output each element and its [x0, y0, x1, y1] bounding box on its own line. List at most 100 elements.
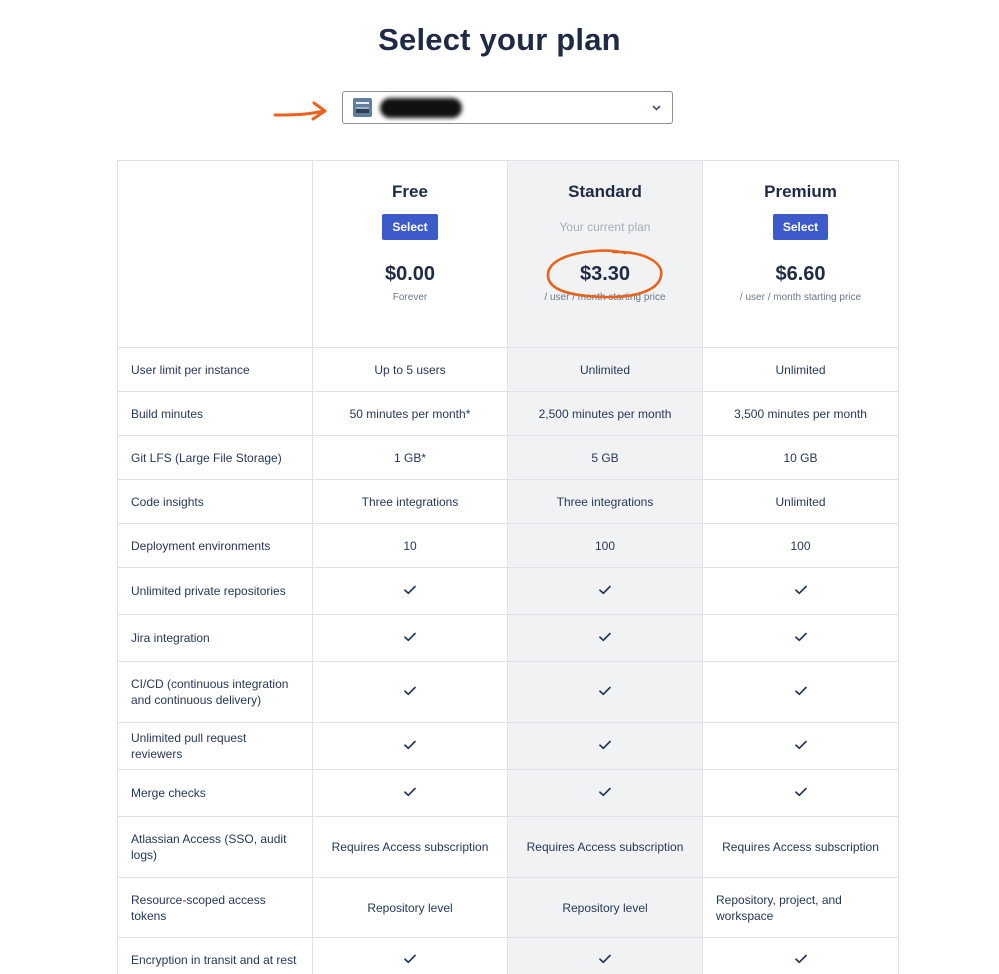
plan-price-note: / user / month starting price [544, 292, 666, 303]
check-icon [404, 584, 416, 598]
feature-included [702, 937, 899, 974]
workspace-name-redacted [380, 97, 462, 118]
plan-free: Free Select $0.00 Forever [312, 160, 508, 348]
feature-row: Jira integration [117, 614, 899, 662]
check-icon [794, 685, 807, 699]
feature-row: Git LFS (Large File Storage) 1 GB* 5 GB 10 … [117, 435, 899, 480]
check-icon [404, 631, 416, 645]
check-icon [404, 786, 416, 800]
annotation-arrow [273, 101, 327, 121]
feature-value: Unlimited [702, 479, 899, 524]
feature-label: Deployment environments [117, 523, 313, 568]
select-free-button[interactable]: Select [382, 214, 438, 240]
feature-value: 10 GB [702, 435, 899, 480]
feature-value: Up to 5 users [312, 347, 508, 392]
plan-price-note: / user / month starting price [739, 292, 862, 303]
feature-row: Code insights Three integrations Three int… [117, 479, 899, 524]
feature-label: Resource-scoped access tokens [117, 877, 313, 938]
chevron-down-icon[interactable] [650, 102, 662, 114]
feature-value: 5 GB [507, 435, 703, 480]
feature-value: Requires Access subscription [312, 816, 508, 878]
feature-row: Unlimited private repositories [117, 567, 899, 615]
feature-row: Resource-scoped access tokens Repository … [117, 877, 899, 938]
select-premium-button[interactable]: Select [772, 214, 829, 240]
feature-row: Build minutes 50 minutes per month* 2,500 … [117, 391, 899, 436]
feature-included [312, 769, 508, 817]
feature-value: Unlimited [507, 347, 703, 392]
feature-label: Code insights [117, 479, 313, 524]
check-icon [404, 953, 416, 967]
feature-row: Merge checks [117, 769, 899, 817]
feature-included [312, 661, 508, 723]
feature-label: Atlassian Access (SSO, audit logs) [117, 816, 313, 878]
feature-value: 3,500 minutes per month [702, 391, 899, 436]
plan-name: Premium [764, 182, 837, 201]
feature-included [702, 769, 899, 817]
plan-name: Free [392, 182, 428, 201]
feature-label: Encryption in transit and at rest [117, 937, 313, 974]
feature-value: 2,500 minutes per month [507, 391, 703, 436]
feature-included [507, 614, 703, 662]
feature-label: Unlimited private repositories [117, 567, 313, 615]
plan-price: $0.00 [384, 263, 436, 285]
feature-row: Atlassian Access (SSO, audit logs) Requir… [117, 816, 899, 878]
feature-included [312, 722, 508, 770]
check-icon [599, 685, 611, 699]
empty-header-cell [117, 160, 313, 348]
feature-included [507, 661, 703, 723]
check-icon [599, 786, 611, 800]
feature-row: Unlimited pull request reviewers [117, 722, 899, 770]
check-icon [794, 739, 807, 753]
feature-value: Three integrations [312, 479, 508, 524]
feature-row: User limit per instance Up to 5 users Unli… [117, 347, 899, 392]
feature-value: Requires Access subscription [702, 816, 899, 878]
check-icon [404, 685, 416, 699]
check-icon [599, 739, 611, 753]
plan-name: Standard [568, 182, 642, 201]
check-icon [794, 584, 807, 598]
feature-rows: User limit per instance Up to 5 users Unli… [117, 347, 899, 974]
feature-value: 1 GB* [312, 435, 508, 480]
check-icon [599, 953, 611, 967]
feature-included [507, 722, 703, 770]
plan-comparison-table: Free Select $0.00 Forever Standard Your … [117, 160, 899, 974]
feature-value: Repository level [507, 877, 703, 938]
feature-value: Repository level [312, 877, 508, 938]
feature-value: Unlimited [702, 347, 899, 392]
check-icon [794, 786, 807, 800]
feature-row: Deployment environments 10 100 100 [117, 523, 899, 568]
plan-header-row: Free Select $0.00 Forever Standard Your … [117, 160, 899, 348]
plan-price-note: Forever [392, 292, 428, 303]
feature-included [702, 661, 899, 723]
feature-value: Three integrations [507, 479, 703, 524]
feature-value: 100 [702, 523, 899, 568]
feature-row: Encryption in transit and at rest [117, 937, 899, 974]
check-icon [794, 953, 807, 967]
feature-label: Jira integration [117, 614, 313, 662]
feature-label: Merge checks [117, 769, 313, 817]
page-title: Select your plan [378, 22, 621, 57]
check-icon [794, 631, 807, 645]
feature-value: Requires Access subscription [507, 816, 703, 878]
feature-value: 100 [507, 523, 703, 568]
feature-row: CI/CD (continuous integration and contin… [117, 661, 899, 723]
feature-label: Build minutes [117, 391, 313, 436]
feature-included [312, 567, 508, 615]
feature-value: 50 minutes per month* [312, 391, 508, 436]
plan-price: $3.30 [579, 263, 631, 285]
workspace-avatar-icon [353, 98, 372, 117]
feature-included [312, 614, 508, 662]
plan-premium: Premium Select $6.60 / user / month star… [702, 160, 899, 348]
check-icon [404, 739, 416, 753]
feature-included [702, 614, 899, 662]
feature-included [702, 722, 899, 770]
plan-standard: Standard Your current plan $3.30 / user … [507, 160, 703, 348]
feature-label: Unlimited pull request reviewers [117, 722, 313, 770]
check-icon [599, 631, 611, 645]
feature-included [702, 567, 899, 615]
feature-included [507, 937, 703, 974]
feature-value: Repository, project, and workspace [702, 877, 899, 938]
feature-included [507, 567, 703, 615]
workspace-select[interactable] [342, 91, 673, 124]
feature-label: Git LFS (Large File Storage) [117, 435, 313, 480]
